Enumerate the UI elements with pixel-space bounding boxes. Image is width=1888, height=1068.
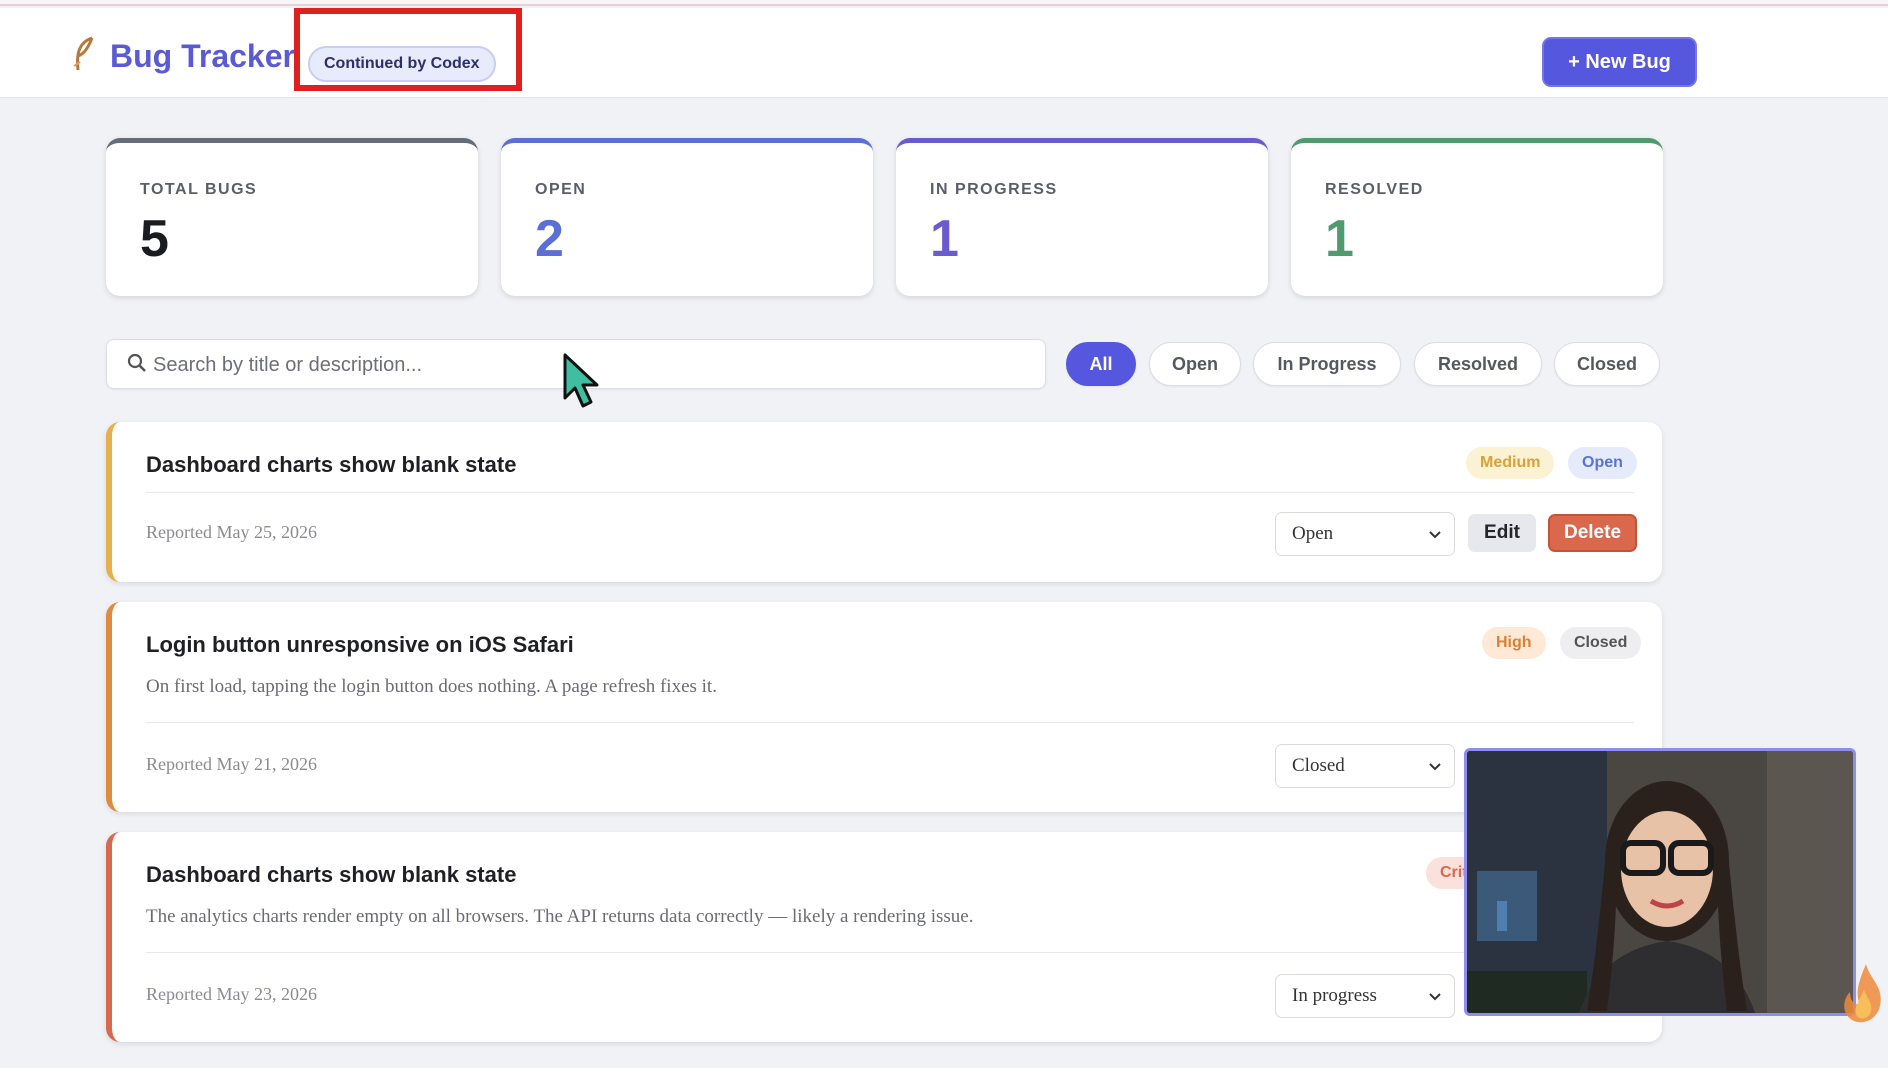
stat-value: 1 — [1325, 210, 1354, 268]
stat-card-resolved: RESOLVED 1 — [1291, 138, 1663, 296]
bug-description: On first load, tapping the login button … — [146, 676, 717, 697]
app-brand-title[interactable]: Bug Tracker — [110, 38, 295, 75]
status-badge: Closed — [1560, 627, 1642, 659]
bug-description: The analytics charts render empty on all… — [146, 906, 974, 927]
stat-card-open: OPEN 2 — [501, 138, 873, 296]
reported-date: Reported May 21, 2026 — [146, 754, 317, 774]
stat-value: 5 — [140, 210, 169, 268]
bug-title[interactable]: Dashboard charts show blank state — [146, 862, 516, 888]
chevron-down-icon — [1429, 993, 1441, 1001]
reported-date: Reported May 25, 2026 — [146, 522, 317, 542]
new-bug-button[interactable]: + New Bug — [1542, 37, 1697, 87]
filter-all[interactable]: All — [1066, 342, 1136, 386]
bug-title[interactable]: Login button unresponsive on iOS Safari — [146, 632, 574, 658]
highlight-annotation-box — [294, 8, 522, 91]
mouse-cursor-icon — [563, 353, 599, 408]
stat-value: 2 — [535, 210, 564, 268]
chevron-down-icon — [1429, 763, 1441, 771]
filter-open[interactable]: Open — [1149, 342, 1241, 386]
bug-card: Dashboard charts show blank state The an… — [106, 832, 1662, 1042]
bug-card: Login button unresponsive on iOS Safari … — [106, 602, 1662, 812]
status-select[interactable]: Open — [1275, 512, 1455, 556]
status-select-value: Closed — [1292, 755, 1345, 776]
edit-button[interactable]: Edit — [1468, 514, 1536, 552]
stat-label: RESOLVED — [1325, 181, 1424, 198]
filter-resolved[interactable]: Resolved — [1414, 342, 1542, 386]
app-header: Bug Tracker Continued by Codex + New Bug — [0, 8, 1888, 98]
presenter-video-frame — [1467, 751, 1853, 1013]
status-select-value: In progress — [1292, 985, 1377, 1006]
search-placeholder: Search by title or description... — [153, 354, 423, 376]
stat-card-in-progress: IN PROGRESS 1 — [896, 138, 1268, 296]
card-divider — [146, 952, 1634, 953]
filter-closed[interactable]: Closed — [1554, 342, 1660, 386]
flame-logo-icon — [1844, 964, 1881, 1023]
card-divider — [146, 492, 1634, 493]
filter-in-progress[interactable]: In Progress — [1253, 342, 1401, 386]
status-select-value: Open — [1292, 523, 1334, 544]
stat-value: 1 — [930, 210, 959, 268]
browser-top-strip — [0, 0, 1888, 6]
feather-logo-icon — [70, 36, 98, 80]
status-badge: Open — [1568, 447, 1637, 479]
stat-label: TOTAL BUGS — [140, 181, 258, 198]
priority-badge: Medium — [1466, 447, 1555, 479]
card-divider — [146, 722, 1634, 723]
bug-card: Dashboard charts show blank state Medium… — [106, 422, 1662, 582]
status-select[interactable]: Closed — [1275, 744, 1455, 788]
status-select[interactable]: In progress — [1275, 974, 1455, 1018]
delete-button[interactable]: Delete — [1548, 514, 1637, 552]
stat-label: IN PROGRESS — [930, 181, 1058, 198]
priority-badge: High — [1482, 627, 1546, 659]
bug-title[interactable]: Dashboard charts show blank state — [146, 452, 516, 478]
stat-card-total: TOTAL BUGS 5 — [106, 138, 478, 296]
chevron-down-icon — [1429, 531, 1441, 539]
webcam-overlay — [1464, 748, 1856, 1016]
stat-label: OPEN — [535, 181, 587, 198]
reported-date: Reported May 23, 2026 — [146, 984, 317, 1004]
search-icon — [127, 353, 146, 372]
